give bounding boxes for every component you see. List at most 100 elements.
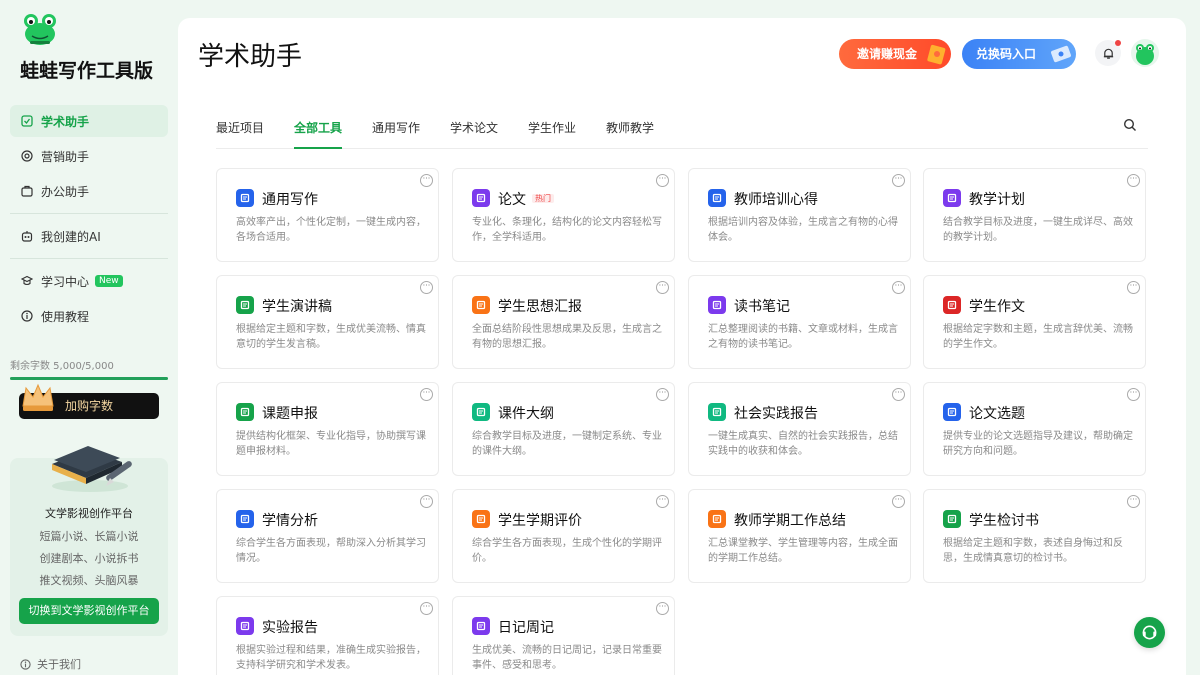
tool-card-description: 根据实验过程和结果，准确生成实验报告，支持科学研究和学术发表。	[236, 645, 426, 671]
sidebar-item-marketing[interactable]: 营销助手	[10, 140, 168, 172]
practice-icon	[708, 403, 726, 421]
more-options-icon[interactable]: ···	[420, 281, 433, 294]
paper-icon	[472, 189, 490, 207]
review-icon	[943, 510, 961, 528]
tool-card-title: 教学计划	[969, 189, 1025, 209]
tool-card-title-text: 学生学期评价	[498, 513, 582, 529]
tool-card[interactable]: ··· 教学计划 结合教学目标及进度，一键生成详尽、高效的教学计划。	[923, 168, 1146, 262]
tool-card-description: 根据培训内容及体验，生成言之有物的心得体会。	[708, 217, 898, 243]
tool-card[interactable]: ··· 日记周记 生成优美、流畅的日记周记，记录日常重要事件、感受和思考。	[452, 596, 675, 675]
more-options-icon[interactable]: ···	[892, 388, 905, 401]
pen-icon	[236, 189, 254, 207]
tool-card[interactable]: ··· 学生检讨书 根据给定主题和字数，表述自身悔过和反思，生成情真意切的检讨书。	[923, 489, 1146, 583]
search-icon	[1123, 118, 1136, 131]
tool-card[interactable]: ··· 学情分析 综合学生各方面表现，帮助深入分析其学习情况。	[216, 489, 439, 583]
more-options-icon[interactable]: ···	[656, 602, 669, 615]
more-options-icon[interactable]: ···	[892, 495, 905, 508]
tab-all-tools[interactable]: 全部工具	[294, 119, 343, 149]
more-options-icon[interactable]: ···	[420, 495, 433, 508]
notification-dot	[1115, 40, 1121, 46]
topic-icon	[943, 403, 961, 421]
tool-card-title-text: 实验报告	[262, 620, 318, 636]
tool-card[interactable]: ··· 教师培训心得根据培训内容及体验，生成言之有物的心得体会。	[688, 168, 911, 262]
sidebar-item-office[interactable]: 办公助手	[10, 175, 168, 207]
promo-title: 文学影视创作平台	[45, 507, 133, 520]
sidebar-item-label: 我创建的AI	[41, 229, 101, 244]
tool-card[interactable]: ··· 学生学期评价 综合学生各方面表现，生成个性化的学期评价。	[452, 489, 675, 583]
essay-icon	[943, 296, 961, 314]
tool-card-title: 学生演讲稿	[262, 296, 332, 316]
tool-card-description: 高效率产出，个性化定制，一键生成内容，各场合适用。	[236, 217, 426, 243]
tool-card-title: 论文选题	[969, 403, 1025, 423]
tool-card-title-text: 论文	[498, 192, 526, 208]
more-options-icon[interactable]: ···	[1127, 495, 1140, 508]
tool-card-title: 实验报告	[262, 617, 318, 637]
customer-service-button[interactable]	[1134, 617, 1165, 648]
frog-avatar-icon	[1136, 44, 1154, 65]
search-button[interactable]	[1118, 113, 1142, 137]
tool-card[interactable]: ··· 学生演讲稿 根据给定主题和字数，生成优美流畅、情真意切的学生发言稿。	[216, 275, 439, 369]
more-options-icon[interactable]: ···	[656, 174, 669, 187]
sidebar-item-my-ai[interactable]: 我创建的AI	[10, 220, 168, 252]
switch-platform-button[interactable]: 切换到文学影视创作平台	[19, 598, 159, 624]
tab-general-writing[interactable]: 通用写作	[372, 119, 420, 149]
tool-card[interactable]: ··· 教师学期工作总结 汇总课堂教学、学生管理等内容，生成全面的学期工作总结。	[688, 489, 911, 583]
more-options-icon[interactable]: ···	[1127, 388, 1140, 401]
invite-cash-button[interactable]: 邀请赚现金	[839, 39, 951, 69]
tool-card[interactable]: ··· 论文选题提供专业的论文选题指导及建议，帮助确定研究方向和问题。	[923, 382, 1146, 476]
tool-card-title-text: 学生演讲稿	[262, 299, 332, 315]
tool-card[interactable]: ··· 学生作文 根据给定字数和主题，生成言辞优美、流畅的学生作文。	[923, 275, 1146, 369]
tab-teacher-teaching[interactable]: 教师教学	[606, 119, 654, 149]
more-options-icon[interactable]: ···	[420, 388, 433, 401]
academic-icon	[20, 115, 33, 128]
tool-card[interactable]: ··· 论文 热门专业化、条理化，结构化的论文内容轻松写作，全学科适用。	[452, 168, 675, 262]
tool-card-title: 教师培训心得	[734, 189, 818, 209]
more-options-icon[interactable]: ···	[656, 281, 669, 294]
summary-icon	[708, 510, 726, 528]
about-label: 关于我们	[37, 658, 81, 671]
tool-card[interactable]: ··· 课题申报 提供结构化框架、专业化指导，协助撰写课题申报材料。	[216, 382, 439, 476]
tool-card[interactable]: ··· 读书笔记汇总整理阅读的书籍、文章或材料，生成言之有物的读书笔记。	[688, 275, 911, 369]
user-avatar[interactable]	[1131, 39, 1159, 67]
tool-card-title: 论文 热门	[498, 189, 554, 209]
more-options-icon[interactable]: ···	[420, 602, 433, 615]
tool-card-title-text: 教师培训心得	[734, 192, 818, 208]
sidebar-item-tutorial[interactable]: 使用教程	[10, 300, 168, 332]
crown-icon	[22, 383, 54, 411]
sidebar-item-learn[interactable]: 学习中心 New	[10, 265, 168, 297]
more-options-icon[interactable]: ···	[420, 174, 433, 187]
tool-card-title-text: 论文选题	[969, 406, 1025, 422]
tool-card[interactable]: ··· 通用写作 高效率产出，个性化定制，一键生成内容，各场合适用。	[216, 168, 439, 262]
tool-card-description: 专业化、条理化，结构化的论文内容轻松写作，全学科适用。	[472, 217, 662, 243]
tool-card-title-text: 社会实践报告	[734, 406, 818, 422]
more-options-icon[interactable]: ···	[892, 281, 905, 294]
tool-card-title: 课题申报	[262, 403, 318, 423]
tool-card[interactable]: ··· 学生思想汇报 全面总结阶段性思想成果及反思，生成言之有物的思想汇报。	[452, 275, 675, 369]
tool-card-title: 读书笔记	[734, 296, 790, 316]
more-options-icon[interactable]: ···	[1127, 281, 1140, 294]
tool-card-title: 学生思想汇报	[498, 296, 582, 316]
tool-card-description: 汇总整理阅读的书籍、文章或材料，生成言之有物的读书笔记。	[708, 324, 898, 350]
more-options-icon[interactable]: ···	[892, 174, 905, 187]
more-options-icon[interactable]: ···	[1127, 174, 1140, 187]
tool-card-title-text: 教学计划	[969, 192, 1025, 208]
my-ai-icon	[20, 230, 33, 243]
tab-student-homework[interactable]: 学生作业	[528, 119, 576, 149]
about-link[interactable]: 关于我们	[20, 656, 81, 672]
sidebar-item-academic[interactable]: 学术助手	[10, 105, 168, 137]
tab-academic-paper[interactable]: 学术论文	[450, 119, 498, 149]
tool-card[interactable]: ··· 实验报告根据实验过程和结果，准确生成实验报告，支持科学研究和学术发表。	[216, 596, 439, 675]
more-options-icon[interactable]: ···	[656, 388, 669, 401]
promo-line: 推文视频、头脑风暴	[39, 574, 139, 587]
tool-card-description: 汇总课堂教学、学生管理等内容，生成全面的学期工作总结。	[708, 538, 898, 564]
more-options-icon[interactable]: ···	[656, 495, 669, 508]
promo-line: 创建剧本、小说拆书	[39, 552, 139, 565]
tool-card[interactable]: ··· 课件大纲 综合教学目标及进度，一键制定系统、专业的课件大纲。	[452, 382, 675, 476]
redeem-code-button[interactable]: 兑换码入口	[962, 39, 1076, 69]
analysis-icon	[236, 510, 254, 528]
tool-card-description: 根据给定主题和字数，表述自身悔过和反思，生成情真意切的检讨书。	[943, 538, 1123, 564]
tool-card-description: 提供专业的论文选题指导及建议，帮助确定研究方向和问题。	[943, 431, 1133, 457]
notification-bell-button[interactable]	[1095, 40, 1121, 66]
tab-recent[interactable]: 最近项目	[216, 119, 264, 149]
tool-card[interactable]: ··· 社会实践报告 一键生成真实、自然的社会实践报告，总结实践中的收获和体会。	[688, 382, 911, 476]
